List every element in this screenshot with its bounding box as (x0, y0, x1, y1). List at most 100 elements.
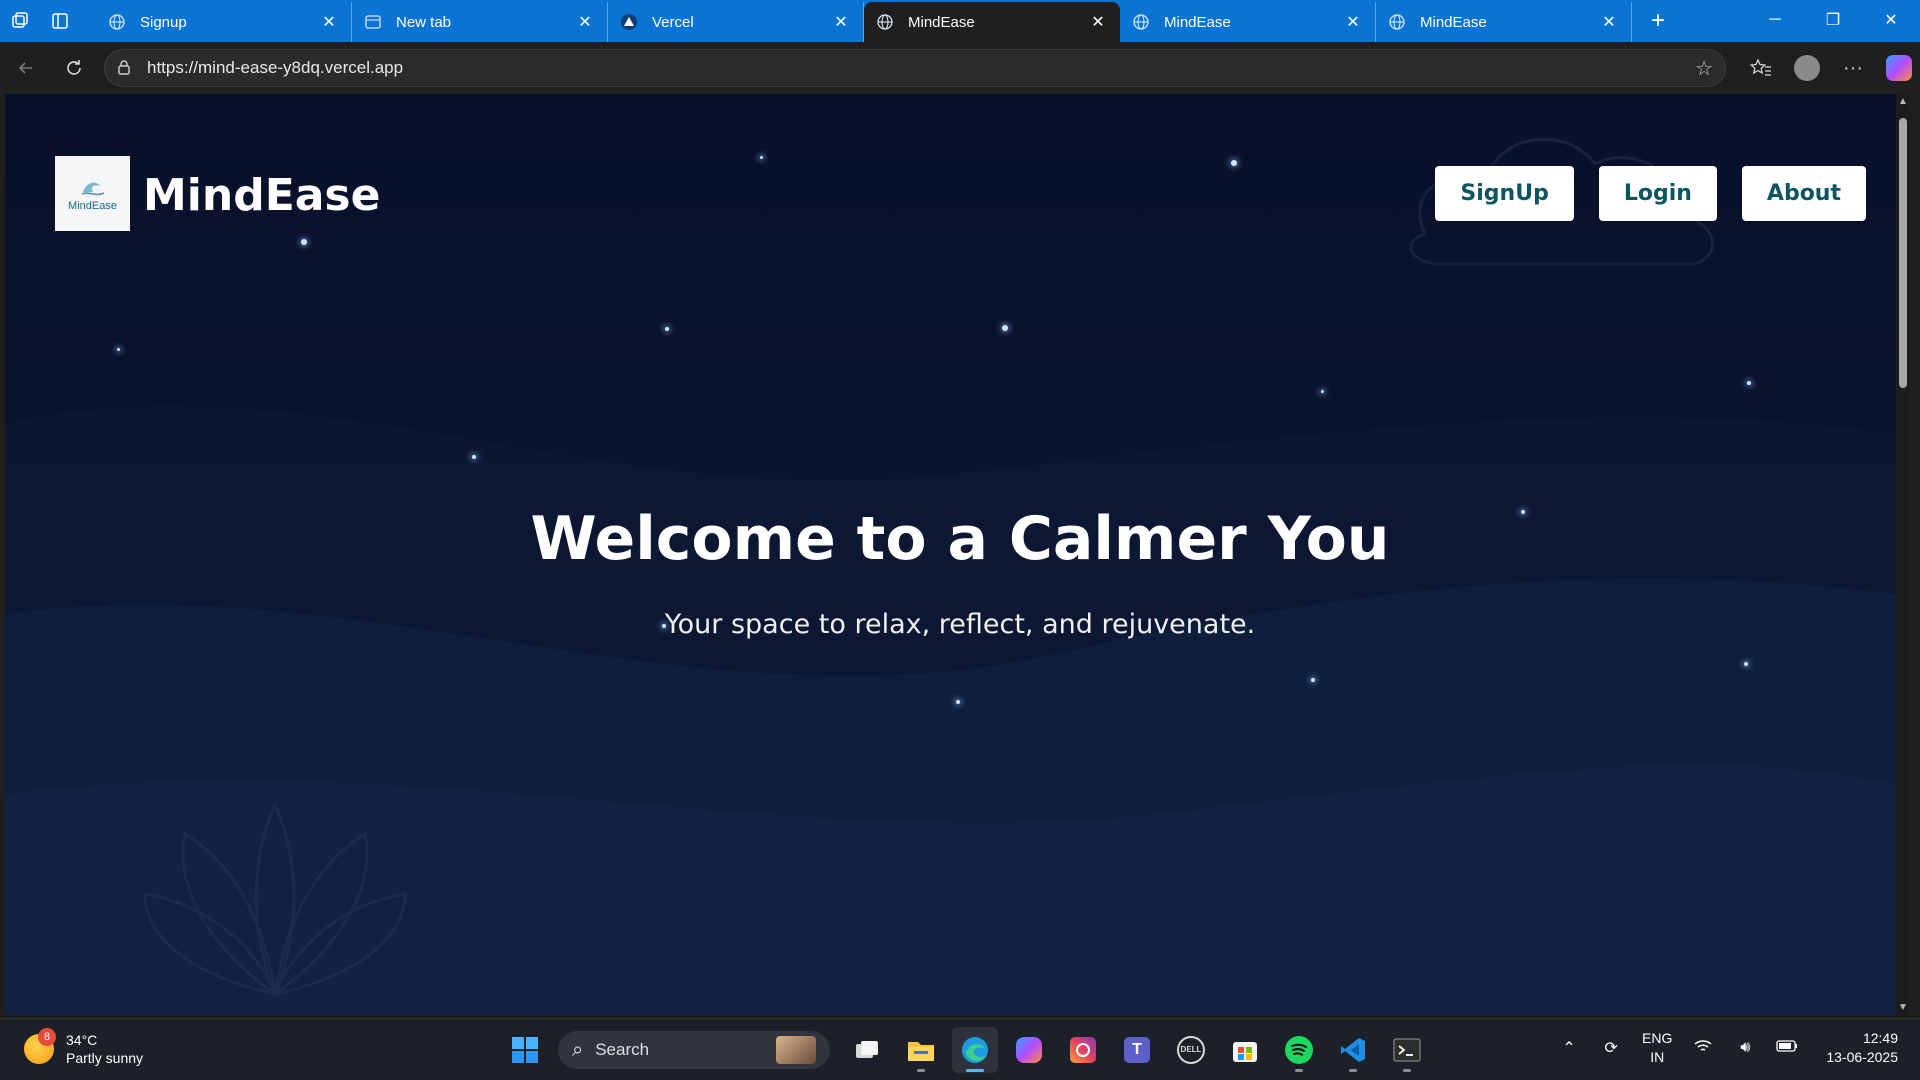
taskbar-search[interactable]: ⌕ Search (558, 1031, 830, 1069)
new-tab-button[interactable]: + (1638, 1, 1678, 41)
star-decoration (117, 348, 120, 351)
page-viewport: MindEase MindEase SignUp Login About Wel… (5, 94, 1896, 1015)
hero-title: Welcome to a Calmer You (530, 504, 1390, 574)
star-decoration (1747, 381, 1751, 385)
tab-mindease[interactable]: MindEase ✕ (1376, 2, 1632, 42)
copilot-app-icon[interactable] (1006, 1027, 1052, 1073)
wifi-icon[interactable] (1688, 1039, 1718, 1058)
volume-icon[interactable]: 🔊︎ (1730, 1039, 1760, 1057)
workspaces-icon[interactable] (0, 1, 40, 41)
taskbar: 8 34°C Partly sunny ⌕ Search T DELL ⌃ ⟳ … (0, 1018, 1920, 1080)
wave-logo-icon (81, 182, 104, 195)
instagram-icon[interactable] (1060, 1027, 1106, 1073)
star-decoration (472, 455, 476, 459)
globe-icon (876, 13, 894, 31)
close-icon[interactable]: ✕ (575, 12, 595, 32)
star-decoration (1744, 662, 1748, 666)
close-icon[interactable]: ✕ (1343, 12, 1363, 32)
clock-date: 13-06-2025 (1826, 1049, 1898, 1065)
profile-avatar-icon[interactable] (1794, 55, 1820, 81)
star-decoration (1321, 390, 1324, 393)
star-decoration (956, 700, 960, 704)
scroll-down-icon[interactable]: ▼ (1896, 1002, 1910, 1013)
star-decoration (301, 239, 307, 245)
globe-icon (108, 13, 126, 31)
tab-signup[interactable]: Signup ✕ (96, 2, 352, 42)
back-icon[interactable] (4, 48, 48, 88)
chevron-up-icon[interactable]: ⌃ (1554, 1038, 1584, 1058)
copilot-icon[interactable] (1886, 55, 1912, 81)
close-icon[interactable]: ✕ (1088, 12, 1108, 32)
toolbar-actions: ··· (1738, 48, 1912, 88)
close-icon[interactable]: ✕ (1599, 12, 1619, 32)
vercel-icon (620, 13, 638, 31)
battery-icon[interactable] (1772, 1039, 1802, 1057)
more-options-icon[interactable]: ··· (1830, 48, 1876, 88)
vertical-tabs-icon[interactable] (40, 1, 80, 41)
language-code: ENG (1642, 1030, 1673, 1046)
tab-vercel[interactable]: Vercel ✕ (608, 2, 864, 42)
site-logo[interactable]: MindEase (55, 156, 130, 231)
terminal-icon[interactable] (1384, 1027, 1430, 1073)
file-explorer-icon[interactable] (898, 1027, 944, 1073)
partly-sunny-icon: 8 (24, 1028, 56, 1064)
tab-list: Signup ✕ New tab ✕ Vercel ✕ MindEase ✕ M… (96, 0, 1632, 42)
site-brand-name[interactable]: MindEase (143, 170, 380, 221)
start-icon[interactable] (502, 1027, 548, 1073)
address-bar[interactable]: https://mind-ease-y8dq.vercel.app ☆ (104, 49, 1726, 87)
browser-toolbar: https://mind-ease-y8dq.vercel.app ☆ ··· (0, 42, 1920, 94)
minimize-icon[interactable]: ─ (1746, 0, 1804, 40)
refresh-icon[interactable] (52, 48, 96, 88)
language-region: IN (1650, 1049, 1665, 1065)
tab-title: MindEase (1164, 13, 1231, 31)
star-decoration (1311, 678, 1315, 682)
star-decoration (1231, 160, 1237, 166)
url-text[interactable]: https://mind-ease-y8dq.vercel.app (147, 58, 1695, 78)
search-highlight-image (776, 1036, 816, 1064)
sync-icon[interactable]: ⟳ (1596, 1038, 1626, 1058)
favorite-star-icon[interactable]: ☆ (1695, 56, 1713, 81)
site-nav: SignUp Login About (1435, 166, 1866, 221)
globe-icon (1132, 13, 1150, 31)
star-decoration (665, 327, 669, 331)
signup-button[interactable]: SignUp (1435, 166, 1574, 221)
scrollbar-thumb[interactable] (1899, 118, 1907, 388)
close-icon[interactable]: ✕ (831, 12, 851, 32)
login-button[interactable]: Login (1598, 166, 1717, 221)
search-label: Search (595, 1040, 650, 1059)
tab-mindease[interactable]: MindEase ✕ (1120, 2, 1376, 42)
page-scrollbar[interactable]: ▲ ▼ (1896, 94, 1910, 1015)
microsoft-store-icon[interactable] (1222, 1027, 1268, 1073)
about-button[interactable]: About (1741, 166, 1866, 221)
system-clock[interactable]: 12:49 13-06-2025 (1826, 1029, 1898, 1067)
vscode-icon[interactable] (1330, 1027, 1376, 1073)
task-view-icon[interactable] (844, 1027, 890, 1073)
taskbar-apps: ⌕ Search T DELL (498, 1027, 1434, 1073)
edge-browser-icon[interactable] (952, 1027, 998, 1073)
star-decoration (1002, 325, 1008, 331)
tab-title: MindEase (908, 13, 975, 31)
globe-icon (1388, 13, 1406, 31)
restore-icon[interactable]: ❐ (1804, 0, 1862, 40)
tab-mindease-active[interactable]: MindEase ✕ (864, 2, 1120, 42)
favorites-icon[interactable] (1738, 48, 1784, 88)
tab-title: MindEase (1420, 13, 1487, 31)
hero-subtitle: Your space to relax, reflect, and rejuve… (664, 609, 1256, 640)
close-icon[interactable]: ✕ (319, 12, 339, 32)
system-tray: ⌃ ⟳ ENG IN 🔊︎ 12:49 13-06-2025 (1548, 1029, 1898, 1067)
lock-icon[interactable] (117, 59, 139, 78)
window-controls: ─ ❐ ✕ (1746, 0, 1920, 40)
tab-title: Vercel (652, 13, 694, 31)
scroll-up-icon[interactable]: ▲ (1896, 96, 1910, 107)
dell-icon[interactable]: DELL (1168, 1027, 1214, 1073)
language-indicator[interactable]: ENG IN (1642, 1029, 1672, 1067)
tab-new-tab[interactable]: New tab ✕ (352, 2, 608, 42)
tab-strip: Signup ✕ New tab ✕ Vercel ✕ MindEase ✕ M… (0, 0, 1920, 42)
teams-icon[interactable]: T (1114, 1027, 1160, 1073)
notification-badge: 8 (38, 1028, 56, 1046)
close-window-icon[interactable]: ✕ (1862, 0, 1920, 40)
spotify-icon[interactable] (1276, 1027, 1322, 1073)
weather-condition: Partly sunny (66, 1050, 144, 1066)
star-decoration (760, 156, 763, 159)
weather-widget[interactable]: 8 34°C Partly sunny (24, 1028, 144, 1067)
